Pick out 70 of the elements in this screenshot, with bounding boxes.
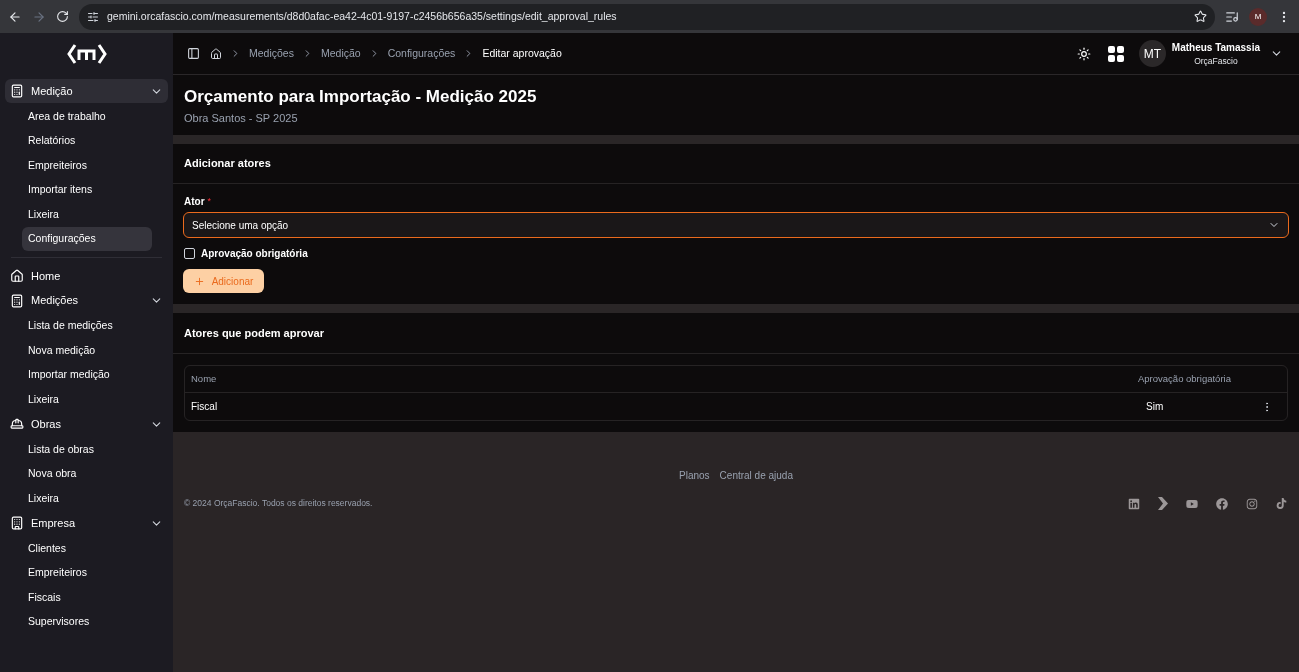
tiktok-icon[interactable] <box>1276 498 1287 509</box>
facebook-icon[interactable] <box>1216 497 1228 510</box>
plus-icon <box>193 275 205 287</box>
sun-icon[interactable] <box>1076 46 1091 61</box>
sidebar-group[interactable]: Medição <box>5 79 168 103</box>
sidebar-item[interactable]: Importar medição <box>22 363 152 387</box>
calculator-icon <box>10 84 24 98</box>
site-settings-icon[interactable] <box>87 10 99 23</box>
required-mark: * <box>207 194 212 208</box>
breadcrumb: Editar aprovação <box>482 45 562 61</box>
linkedin-icon[interactable] <box>1128 497 1140 510</box>
sidebar-group[interactable]: Medições <box>5 288 168 313</box>
breadcrumb[interactable]: Medições <box>249 45 294 62</box>
media-icon[interactable] <box>1225 9 1239 24</box>
copyright-text: © 2024 OrçaFascio. Todos os direitos reservados. <box>184 497 374 510</box>
breadcrumb[interactable]: Configurações <box>387 45 456 62</box>
sidebar-group[interactable]: Empresa <box>5 511 168 535</box>
section-title: Adicionar atores <box>184 156 271 172</box>
youtube-icon[interactable] <box>1186 497 1198 510</box>
footer-link[interactable]: Central de ajuda <box>719 468 793 483</box>
sidebar-group[interactable]: Home <box>5 264 168 288</box>
sidebar-item[interactable]: Lista de medições <box>22 314 152 338</box>
sidebar-item[interactable]: Relatórios <box>22 129 152 153</box>
footer-link[interactable]: Planos <box>679 468 710 483</box>
sidebar-item[interactable]: Importar itens <box>22 178 152 202</box>
field-label: Ator <box>184 195 205 209</box>
url-text: gemini.orcafascio.com/measurements/d8d0afac-ea42-4c01-9197-c2456b656a35/settings/edit_approval_rules <box>107 8 618 24</box>
play-arrow-icon[interactable] <box>1158 497 1168 510</box>
sidebar-item[interactable]: Lixeira <box>22 202 152 227</box>
home-icon[interactable] <box>210 47 222 60</box>
page-title: Orçamento para Importação - Medição 2025 <box>184 86 538 108</box>
profile-avatar[interactable]: M <box>1249 7 1267 26</box>
sidebar-item[interactable]: Clientes <box>22 536 152 561</box>
user-name: Matheus Tamassia <box>1171 40 1260 55</box>
apps-grid-icon[interactable] <box>1107 45 1124 62</box>
home-icon <box>10 269 24 283</box>
building-icon <box>10 516 24 530</box>
sidebar-item[interactable]: Lixeira <box>22 486 152 511</box>
table-cell-text: Fiscal <box>191 400 219 414</box>
section-title: Atores que podem aprovar <box>184 325 324 341</box>
sidebar-group[interactable]: Obras <box>5 412 168 436</box>
user-company: OrçaFascio <box>1194 54 1238 68</box>
helmet-icon <box>10 417 24 431</box>
sidebar-item[interactable]: Configurações <box>22 227 152 251</box>
table-cell-text: Sim <box>1146 400 1165 414</box>
column-header: Nome <box>191 371 218 386</box>
sidebar-item[interactable]: Supervisores <box>22 610 152 634</box>
sidebar-item[interactable]: Lista de obras <box>22 437 152 462</box>
column-header: Aprovação obrigatória <box>1138 371 1232 386</box>
page-subtitle: Obra Santos - SP 2025 <box>184 110 299 126</box>
breadcrumb[interactable]: Medição <box>320 45 361 62</box>
calculator-icon <box>10 293 24 308</box>
checkbox[interactable] <box>184 248 195 259</box>
sidebar-item[interactable]: Nova medição <box>22 338 152 363</box>
sidebar-item[interactable]: Area de trabalho <box>22 104 152 129</box>
back-icon[interactable] <box>8 9 22 24</box>
logo-icon <box>66 43 107 65</box>
sidebar-item[interactable]: Fiscais <box>22 585 152 610</box>
sidebar-toggle-icon[interactable] <box>187 47 200 60</box>
reload-icon[interactable] <box>56 10 69 23</box>
sidebar-item[interactable]: Nova obra <box>22 462 152 486</box>
sidebar-item[interactable]: Empreiteiros <box>22 153 152 178</box>
sidebar-item[interactable]: Lixeira <box>22 387 152 412</box>
instagram-icon[interactable] <box>1246 497 1258 510</box>
user-avatar[interactable]: MT <box>1138 40 1166 67</box>
actor-select[interactable]: Selecione uma opção <box>183 212 1289 238</box>
bookmark-star-icon[interactable] <box>1194 10 1207 23</box>
address-bar[interactable]: gemini.orcafascio.com/measurements/d8d0afac-ea42-4c01-9197-c2456b656a35/settings/edit_approval_rules <box>79 3 1215 30</box>
checkbox-label: Aprovação obrigatória <box>201 247 308 261</box>
sidebar-item[interactable]: Empreiteiros <box>22 561 152 585</box>
